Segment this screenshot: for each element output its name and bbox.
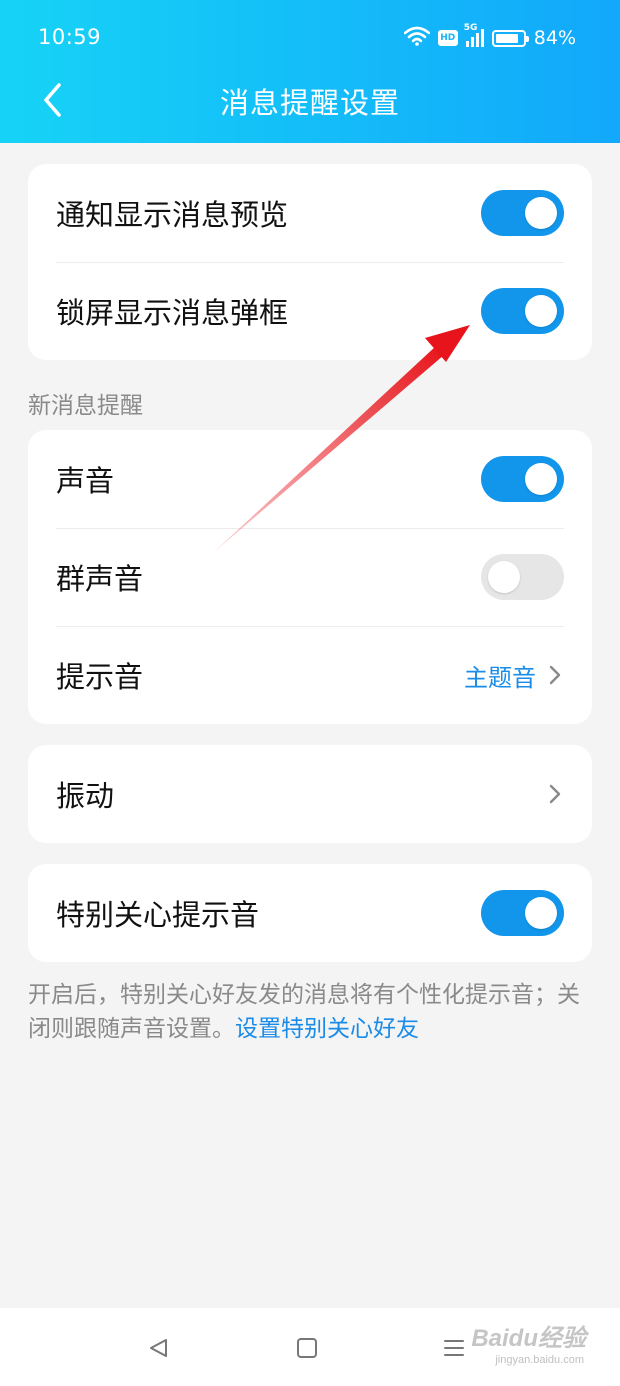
- setting-row-vibration[interactable]: 振动: [28, 745, 592, 843]
- sound-toggle[interactable]: [481, 456, 564, 502]
- network-type: 5G: [463, 23, 478, 33]
- setting-row-group-sound: 群声音: [28, 528, 592, 626]
- baidu-watermark: Baidu经验: [471, 1325, 586, 1352]
- toggle-knob: [525, 197, 557, 229]
- setting-row-notification-preview: 通知显示消息预览: [28, 164, 592, 262]
- preview-settings-card: 通知显示消息预览 锁屏显示消息弹框: [28, 164, 592, 360]
- setting-label: 声音: [56, 464, 115, 498]
- wifi-icon: [403, 26, 431, 51]
- section-title-new-message: 新消息提醒: [28, 393, 143, 419]
- setting-label: 提示音: [56, 660, 144, 694]
- vibration-card: 振动: [28, 745, 592, 843]
- alert-tone-value: 主题音: [464, 663, 536, 692]
- chevron-right-icon: [548, 663, 564, 687]
- setting-label: 特别关心提示音: [56, 898, 260, 932]
- group-sound-toggle[interactable]: [481, 554, 564, 600]
- square-home-icon: [297, 1338, 317, 1358]
- battery-percent: 84%: [533, 27, 576, 49]
- page-title: 消息提醒设置: [219, 86, 400, 120]
- setting-row-sound: 声音: [28, 430, 592, 528]
- special-care-footnote: 开启后，特别关心好友发的消息将有个性化提示音；关闭则跟随声音设置。设置特别关心好…: [28, 978, 598, 1046]
- setting-label: 振动: [56, 779, 115, 813]
- status-bar: 10:59 HD 5G 84%: [0, 0, 620, 75]
- watermark-url: jingyan.baidu.com: [495, 1354, 584, 1366]
- triangle-back-icon: [150, 1339, 167, 1357]
- setting-label: 通知显示消息预览: [56, 198, 289, 232]
- set-special-care-link[interactable]: 设置特别关心好友: [235, 1016, 419, 1042]
- toggle-knob: [525, 295, 557, 327]
- nav-menu-button[interactable]: [438, 1332, 470, 1364]
- battery-icon: [491, 29, 529, 47]
- status-time: 10:59: [38, 25, 102, 49]
- notification-preview-toggle[interactable]: [481, 190, 564, 236]
- new-message-card: 声音 群声音 提示音 主题音: [28, 430, 592, 724]
- chevron-right-icon: [548, 782, 564, 806]
- toggle-knob: [525, 897, 557, 929]
- setting-label: 群声音: [56, 562, 144, 596]
- lockscreen-popup-toggle[interactable]: [481, 288, 564, 334]
- signal-icon: 5G: [464, 23, 484, 47]
- header-bar: 10:59 HD 5G 84% 消息提醒设置: [0, 0, 620, 143]
- nav-home-button[interactable]: [291, 1332, 323, 1364]
- setting-row-lockscreen-popup: 锁屏显示消息弹框: [28, 262, 592, 360]
- nav-back-button[interactable]: [142, 1332, 174, 1364]
- status-icons: HD 5G 84%: [403, 23, 576, 52]
- hd-badge: HD: [437, 30, 458, 46]
- menu-icon: [444, 1340, 464, 1356]
- setting-row-special-care: 特别关心提示音: [28, 864, 592, 962]
- toggle-knob: [488, 561, 520, 593]
- setting-label: 锁屏显示消息弹框: [56, 296, 289, 330]
- special-care-toggle[interactable]: [481, 890, 564, 936]
- special-care-card: 特别关心提示音: [28, 864, 592, 962]
- toggle-knob: [525, 463, 557, 495]
- setting-row-alert-tone[interactable]: 提示音 主题音: [28, 626, 592, 724]
